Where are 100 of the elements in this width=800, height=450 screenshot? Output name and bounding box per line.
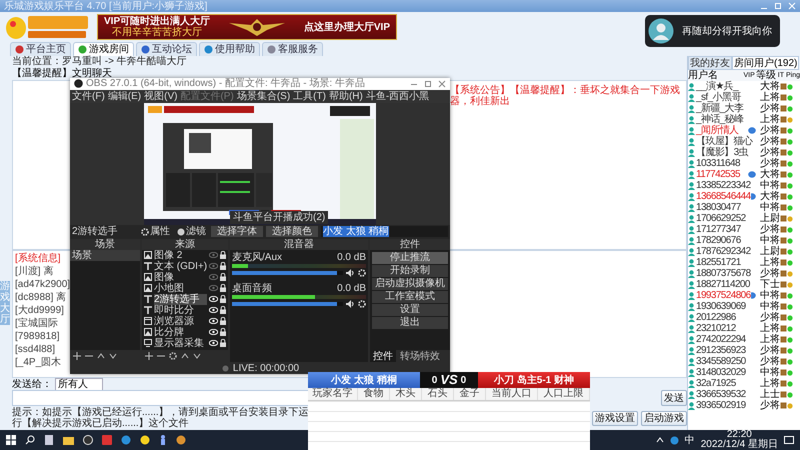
send-button[interactable]: 发送 xyxy=(661,390,687,406)
source-item[interactable]: 图像 2 xyxy=(154,250,207,261)
user-name[interactable]: 178290676 xyxy=(696,235,741,246)
nav-tab[interactable]: 客服服务 xyxy=(262,42,323,56)
user-name[interactable]: 13668546444 xyxy=(696,191,751,202)
user-level: 少将 xyxy=(760,125,780,136)
user-name[interactable]: 103311648 xyxy=(696,158,740,169)
source-item[interactable]: 浏览器源 xyxy=(154,316,207,327)
user-name[interactable]: 3936502919 xyxy=(696,400,746,411)
chat-message: [dc8988] 离 xyxy=(15,292,66,303)
user-level: 少将 xyxy=(760,147,780,158)
column-header: 人口上限 xyxy=(538,388,590,400)
user-name[interactable]: 2742022294 xyxy=(696,334,746,345)
source-item[interactable]: 文本 (GDI+) xyxy=(154,260,208,272)
action-button[interactable]: 启动游戏 xyxy=(641,410,687,426)
user-level: 少将 xyxy=(760,268,780,279)
user-name[interactable]: 18827114200 xyxy=(696,279,750,290)
user-name[interactable]: 171277347 xyxy=(696,224,741,235)
scene-item[interactable]: 场景 xyxy=(70,250,140,261)
dock-title: 来源 xyxy=(142,238,228,250)
user-name[interactable]: 138030477 xyxy=(696,202,741,213)
control-button[interactable]: 退出 xyxy=(372,316,448,329)
user-name[interactable]: 【玖屋】猫心 xyxy=(696,136,752,147)
source-name: 2游转选手 xyxy=(72,226,119,238)
source-item[interactable]: 即时比分 xyxy=(154,304,207,316)
banner-subline: 不用辛辛苦苦挤大厅 xyxy=(112,27,202,38)
properties-button[interactable]: 属性 xyxy=(139,226,172,238)
menu-item[interactable]: 视图(V) xyxy=(144,90,178,102)
chat-message: [宝城国际 xyxy=(15,318,58,329)
control-button[interactable]: 启动虚拟摄像机 xyxy=(372,278,448,290)
user-name[interactable]: 182551721 xyxy=(696,257,741,268)
user-name[interactable]: 23210212 xyxy=(696,323,736,334)
user-name[interactable]: __演★兵_ xyxy=(696,81,738,92)
user-name[interactable]: 1930639069 xyxy=(696,301,746,312)
user-level: 上尉 xyxy=(760,213,780,224)
control-button[interactable]: 工作室模式 xyxy=(372,290,448,303)
user-name[interactable]: 1706629252 xyxy=(696,213,746,224)
user-name[interactable]: 117742535 xyxy=(696,169,740,180)
color-button[interactable]: 选择颜色 xyxy=(266,226,318,238)
nav-tab[interactable]: 游戏房间 xyxy=(73,42,134,56)
nav-tab[interactable]: 使用帮助 xyxy=(199,42,260,56)
source-item[interactable]: 图像 xyxy=(154,272,207,283)
nav-tab[interactable]: 互动论坛 xyxy=(136,42,197,56)
filters-button[interactable]: 滤镜 xyxy=(175,226,208,238)
user-name[interactable]: 2912356923 xyxy=(696,345,746,356)
user-level: 中将 xyxy=(760,290,780,301)
banner-action: 点这里办理大厅VIP xyxy=(304,22,390,32)
window-title: OBS 27.0.1 (64-bit, windows) - 配置文件: 牛奔品 - 场景: 牛奔品 xyxy=(86,78,366,90)
user-level: 大将 xyxy=(760,81,780,92)
user-name[interactable]: 3345589250 xyxy=(696,356,746,367)
dock-tab[interactable]: 转场特效 xyxy=(397,350,443,362)
breadcrumb: 当前位置：罗马重叫 -> 牛奔牛酷喵大厅 xyxy=(12,56,188,68)
user-level: 少将 xyxy=(760,158,780,169)
column-header: 当前人口 xyxy=(486,388,538,400)
control-button[interactable]: 停止推流 xyxy=(372,252,448,264)
user-level: 少将 xyxy=(760,345,780,356)
user-name[interactable]: _sf_小黑哥 xyxy=(696,92,741,103)
menu-item[interactable]: 工具(T) xyxy=(293,90,326,102)
user-name[interactable]: _神话_秘峰 xyxy=(696,114,744,125)
user-name[interactable]: 20122986 xyxy=(696,312,736,323)
source-item[interactable]: 显示器采集 xyxy=(154,338,207,349)
control-button[interactable]: 设置 xyxy=(372,304,448,316)
panel-tab[interactable]: 我的好友 xyxy=(688,56,732,70)
user-name[interactable]: _闻所情人 xyxy=(696,125,739,136)
chat-message: [ad47k2900] xyxy=(15,279,70,290)
font-button[interactable]: 选择字体 xyxy=(211,226,263,238)
user-name[interactable]: 18807375678 xyxy=(696,268,751,279)
menu-item[interactable]: 文件(F) xyxy=(72,90,105,102)
banner-headline: VIP可随时进出满人大厅 xyxy=(104,16,210,27)
user-name[interactable]: 3366539532 xyxy=(696,389,746,400)
action-button[interactable]: 游戏设置 xyxy=(592,410,638,426)
vip-banner[interactable]: VIP可随时进出满人大厅 不用辛辛苦苦挤大厅 点这里办理大厅VIP xyxy=(97,14,397,40)
chat-message: [ssd4l88] xyxy=(15,344,56,355)
dock-tab[interactable]: 控件 xyxy=(370,350,396,362)
source-item[interactable]: 比分牌 xyxy=(154,326,207,338)
panel-tab[interactable]: 房间用户(192) xyxy=(732,56,800,70)
user-name[interactable]: 3148032029 xyxy=(696,367,746,378)
nav-tab[interactable]: 平台主页 xyxy=(10,42,71,56)
control-button[interactable]: 开始录制 xyxy=(372,264,448,277)
recipient-select[interactable]: 所有人 xyxy=(55,378,103,390)
source-item[interactable]: 2游转选手 xyxy=(154,294,207,305)
menu-item[interactable]: 场景集合(S) xyxy=(236,90,290,102)
user-name[interactable]: 19937524806 xyxy=(696,290,751,301)
user-name[interactable]: 13385223342 xyxy=(696,180,751,191)
menu-item[interactable]: 帮助(H) xyxy=(328,90,363,102)
menu-item[interactable]: 编辑(E) xyxy=(108,90,142,102)
user-level: 中将 xyxy=(760,301,780,312)
ime-indicator[interactable]: 中 xyxy=(684,434,695,446)
text-field[interactable]: 小发 太狼 稍桐 xyxy=(321,226,448,238)
user-name[interactable]: _新疆_大李 xyxy=(696,103,744,114)
live-status: LIVE: 00:00:00 xyxy=(232,362,300,374)
user-name[interactable]: 【魔影】3虫 xyxy=(696,147,748,158)
notification-popup[interactable]: 再随却分得开我向你 xyxy=(645,15,780,47)
user-name[interactable]: 32a71925 xyxy=(696,378,736,389)
menu-item[interactable]: 斗鱼-西西小黑 xyxy=(366,90,430,102)
column-header: 木头 xyxy=(390,388,422,400)
user-level: 少将 xyxy=(760,103,780,114)
dock-title: 控件 xyxy=(370,238,450,250)
source-item[interactable]: 小地图 xyxy=(154,282,207,294)
user-name[interactable]: 17876292342 xyxy=(696,246,751,257)
